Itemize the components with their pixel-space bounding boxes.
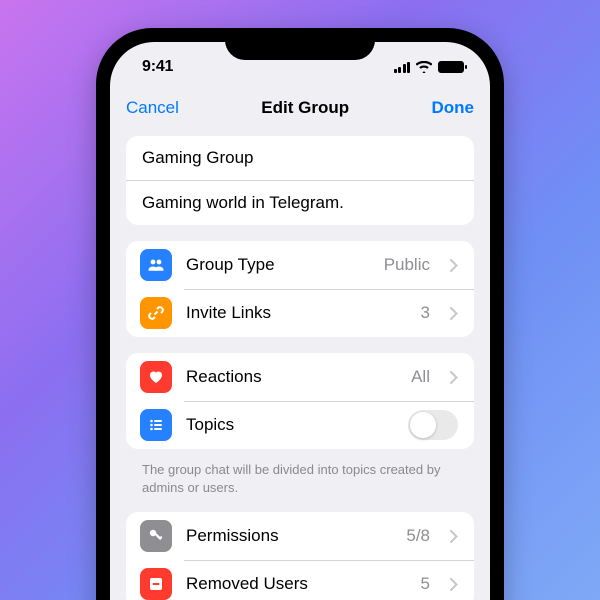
- permissions-label: Permissions: [186, 526, 392, 546]
- admin-card: Permissions 5/8 Removed Users 5: [126, 512, 474, 600]
- group-info-card: Gaming Group Gaming world in Telegram.: [126, 136, 474, 225]
- group-type-row[interactable]: Group Type Public: [126, 241, 474, 289]
- phone-frame: 9:41 Cancel Edit Group Done Gaming Group…: [96, 28, 504, 600]
- chevron-right-icon: [450, 578, 458, 591]
- page-title: Edit Group: [261, 98, 349, 118]
- topics-label: Topics: [186, 415, 394, 435]
- group-type-icon: [140, 249, 172, 281]
- invite-links-label: Invite Links: [186, 303, 407, 323]
- key-icon: [140, 520, 172, 552]
- topics-row: Topics: [126, 401, 474, 449]
- link-icon: [140, 297, 172, 329]
- removed-icon: [140, 568, 172, 600]
- topics-footer: The group chat will be divided into topi…: [126, 455, 474, 512]
- topics-toggle[interactable]: [408, 410, 458, 440]
- reactions-row[interactable]: Reactions All: [126, 353, 474, 401]
- group-name-input[interactable]: Gaming Group: [126, 136, 474, 181]
- heart-icon: [140, 361, 172, 393]
- removed-users-value: 5: [421, 574, 430, 594]
- group-type-value: Public: [384, 255, 430, 275]
- reactions-value: All: [411, 367, 430, 387]
- removed-users-row[interactable]: Removed Users 5: [126, 560, 474, 600]
- chevron-right-icon: [450, 307, 458, 320]
- cellular-icon: [394, 61, 411, 73]
- notch: [225, 28, 375, 60]
- chevron-right-icon: [450, 371, 458, 384]
- invite-links-value: 3: [421, 303, 430, 323]
- permissions-value: 5/8: [406, 526, 430, 546]
- cancel-button[interactable]: Cancel: [126, 98, 179, 118]
- group-type-label: Group Type: [186, 255, 370, 275]
- group-description-input[interactable]: Gaming world in Telegram.: [126, 181, 474, 225]
- nav-bar: Cancel Edit Group Done: [110, 86, 490, 130]
- screen: 9:41 Cancel Edit Group Done Gaming Group…: [110, 42, 490, 600]
- chevron-right-icon: [450, 259, 458, 272]
- battery-icon: [438, 61, 464, 73]
- content: Gaming Group Gaming world in Telegram. G…: [110, 130, 490, 600]
- status-indicators: [394, 61, 465, 73]
- removed-users-label: Removed Users: [186, 574, 407, 594]
- permissions-row[interactable]: Permissions 5/8: [126, 512, 474, 560]
- invite-links-row[interactable]: Invite Links 3: [126, 289, 474, 337]
- status-time: 9:41: [142, 58, 173, 76]
- wifi-icon: [416, 61, 432, 73]
- done-button[interactable]: Done: [432, 98, 475, 118]
- chevron-right-icon: [450, 530, 458, 543]
- links-card: Group Type Public Invite Links 3: [126, 241, 474, 337]
- reactions-label: Reactions: [186, 367, 397, 387]
- features-card: Reactions All Topics: [126, 353, 474, 449]
- topics-icon: [140, 409, 172, 441]
